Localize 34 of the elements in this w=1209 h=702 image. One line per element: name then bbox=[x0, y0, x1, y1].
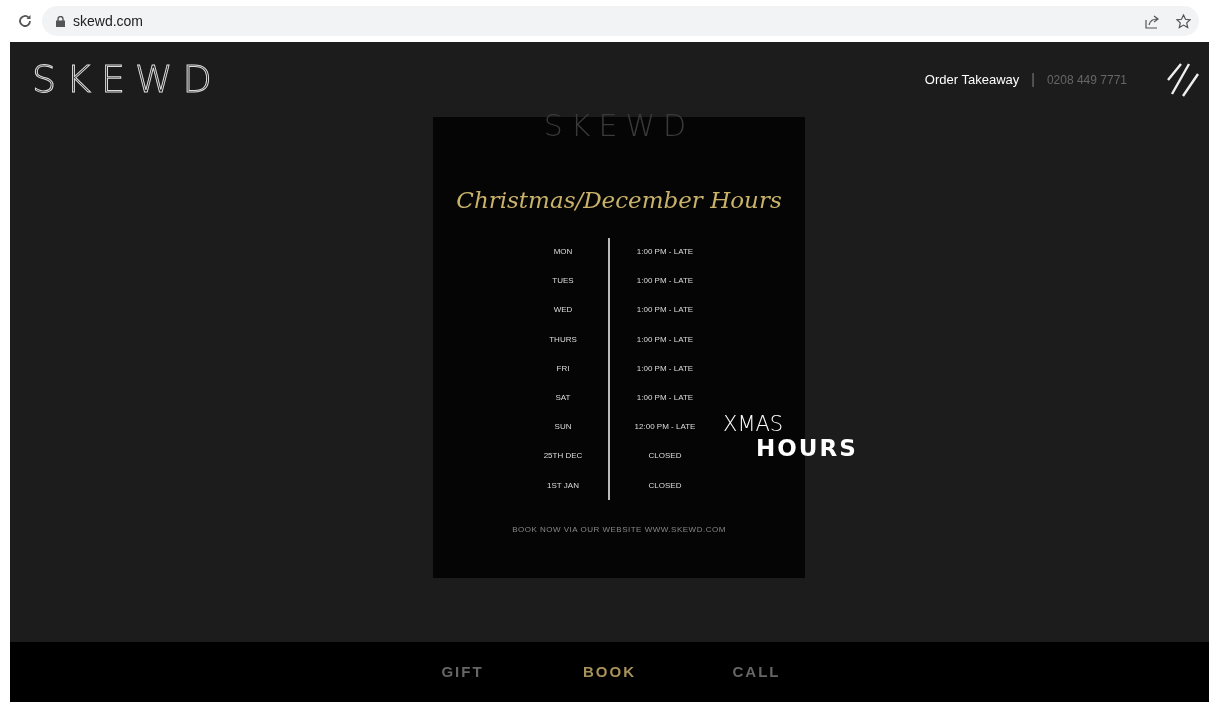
hours-text: 1:00 PM - LATE bbox=[636, 392, 694, 405]
hours-text: 1:00 PM - LATE bbox=[636, 333, 694, 346]
hours-text: 12:00 PM - LATE bbox=[634, 421, 696, 434]
overlay-heading: XMAS bbox=[723, 414, 785, 435]
day-label: THURS bbox=[549, 333, 577, 346]
overlay-heading: HOURS bbox=[756, 437, 858, 460]
nav-button[interactable]: BOOK bbox=[536, 660, 683, 684]
hours-text: 1:00 PM - LATE bbox=[636, 362, 694, 375]
day-label: SUN bbox=[554, 421, 572, 434]
day-label: FRI bbox=[556, 362, 570, 375]
day-label: MON bbox=[553, 246, 573, 259]
share-icon[interactable] bbox=[1145, 13, 1160, 29]
star-icon[interactable] bbox=[1176, 13, 1191, 29]
day-label: TUES bbox=[552, 275, 574, 288]
poster-footer: BOOK NOW VIA OUR WEBSITE WWW.SKEWD.COM bbox=[512, 524, 726, 537]
hours-text: CLOSED bbox=[648, 479, 682, 492]
day-label: 25TH DEC bbox=[543, 450, 583, 463]
lock-icon bbox=[56, 15, 65, 27]
nav-button[interactable]: CALL bbox=[683, 660, 830, 684]
url-text[interactable]: skewd.com bbox=[73, 10, 144, 32]
hours-text: CLOSED bbox=[648, 450, 682, 463]
hours-text: 1:00 PM - LATE bbox=[636, 246, 694, 259]
order-takeaway-link[interactable]: Order Takeaway bbox=[924, 69, 1020, 90]
reload-icon[interactable] bbox=[18, 14, 32, 28]
day-label: WED bbox=[553, 304, 573, 317]
hours-text: 1:00 PM - LATE bbox=[636, 304, 694, 317]
menu-icon[interactable] bbox=[1167, 62, 1199, 97]
poster-title: Christmas/December Hours bbox=[456, 186, 782, 215]
nav-button[interactable]: GIFT bbox=[389, 660, 536, 684]
hours-text: 1:00 PM - LATE bbox=[636, 275, 694, 288]
day-label: SAT bbox=[555, 392, 571, 405]
separator: | bbox=[1031, 70, 1035, 89]
day-label: 1ST JAN bbox=[547, 479, 579, 492]
logo[interactable]: SKEWD bbox=[32, 51, 222, 108]
